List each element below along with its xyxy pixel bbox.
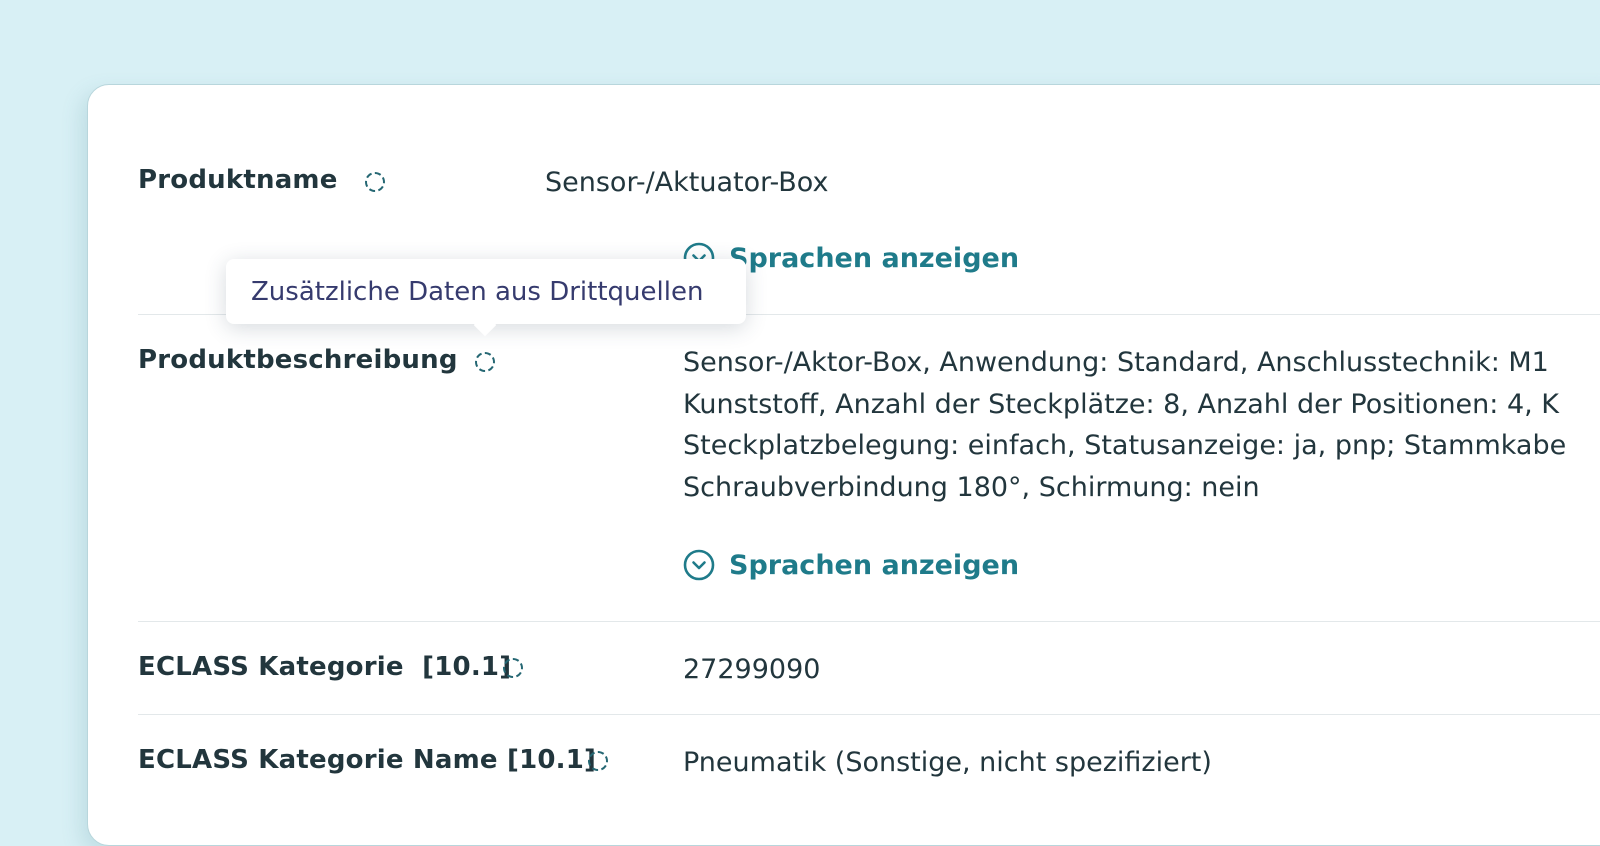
field-label-produktname: Produktname (138, 165, 338, 195)
field-label-produktbeschreibung: Produktbeschreibung (138, 345, 458, 375)
field-value-eclass-kategorie-name: Pneumatik (Sonstige, nicht spezifiziert) (683, 742, 1212, 784)
value-line: 27299090 (683, 654, 821, 685)
field-label-eclass-kategorie: ECLASS Kategorie [10.1] (138, 652, 512, 682)
third-party-source-icon[interactable] (503, 658, 523, 678)
third-party-source-icon[interactable] (588, 751, 608, 771)
row-divider (138, 714, 1600, 715)
value-line: Steckplatzbelegung: einfach, Statusanzei… (683, 430, 1567, 461)
third-party-source-icon[interactable] (475, 352, 495, 372)
field-value-produktbeschreibung: Sensor-/Aktor-Box, Anwendung: Standard, … (683, 342, 1566, 508)
show-languages-link[interactable]: Sprachen anzeigen (683, 545, 1019, 585)
show-languages-label: Sprachen anzeigen (729, 242, 1020, 274)
field-value-eclass-kategorie: 27299090 (683, 649, 820, 691)
third-party-source-icon[interactable] (365, 172, 385, 192)
third-party-data-tooltip: Zusätzliche Daten aus Drittquellen (226, 259, 746, 337)
show-languages-label: Sprachen anzeigen (729, 549, 1020, 581)
value-line: Pneumatik (Sonstige, nicht spezifiziert) (683, 747, 1212, 778)
field-label-eclass-kategorie-name: ECLASS Kategorie Name [10.1] (138, 745, 597, 775)
tooltip-text: Zusätzliche Daten aus Drittquellen (251, 276, 704, 307)
value-line: Schraubverbindung 180°, Schirmung: nein (683, 471, 1260, 503)
value-line: Sensor-/Aktor-Box, Anwendung: Standard, … (683, 347, 1549, 378)
field-value-produktname: Sensor-/Aktuator-Box (545, 162, 828, 204)
value-line: Sensor-/Aktuator-Box (545, 167, 829, 198)
value-line: Kunststoff, Anzahl der Steckplätze: 8, A… (683, 388, 1560, 420)
row-divider (138, 621, 1600, 622)
chevron-down-circle-icon (683, 549, 715, 581)
